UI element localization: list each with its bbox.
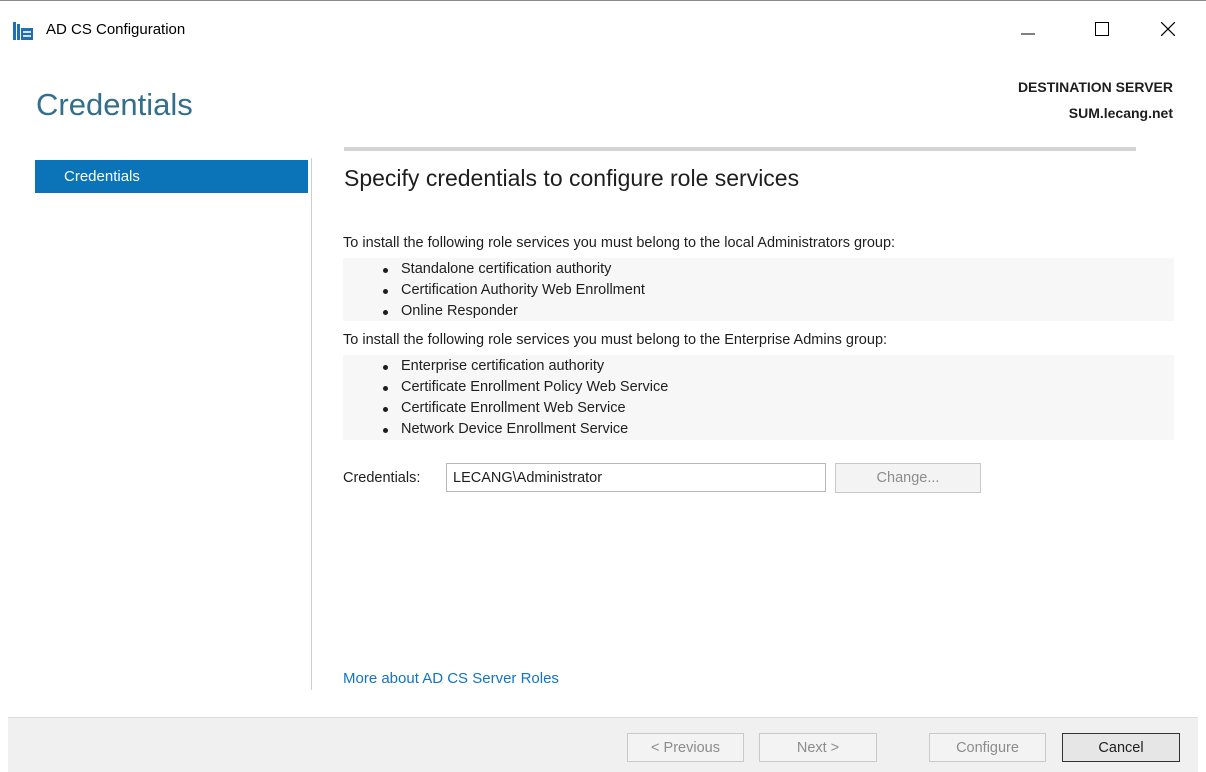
close-button[interactable] (1148, 15, 1188, 47)
list-item: Certification Authority Web Enrollment (383, 280, 1174, 301)
navigation-divider (311, 158, 312, 690)
server-manager-icon (13, 22, 33, 40)
destination-server-name: SUM.lecang.net (1068, 105, 1173, 121)
list-item: Online Responder (383, 301, 1174, 322)
header-divider (344, 147, 1136, 151)
list-item: Certificate Enrollment Web Service (383, 398, 1174, 419)
window-title: AD CS Configuration (46, 21, 186, 38)
next-button[interactable]: Next > (759, 733, 877, 762)
title-bar: AD CS Configuration (0, 1, 1206, 59)
credentials-label: Credentials: (343, 470, 421, 486)
list-item: Network Device Enrollment Service (383, 419, 1174, 440)
local-admins-intro: To install the following role services y… (343, 235, 896, 251)
destination-server-label: DESTINATION SERVER (1017, 79, 1173, 95)
minimize-icon (1021, 22, 1035, 41)
section-heading: Specify credentials to configure role se… (344, 165, 800, 191)
maximize-button[interactable] (1082, 15, 1122, 47)
nav-item-credentials[interactable]: Credentials (35, 160, 308, 193)
cancel-button[interactable]: Cancel (1062, 733, 1180, 762)
wizard-navigation: Credentials (35, 160, 308, 193)
close-icon (1160, 21, 1176, 41)
configure-button[interactable]: Configure (929, 733, 1046, 762)
enterprise-admins-role-list: Enterprise certification authority Certi… (343, 355, 1174, 440)
list-item: Standalone certification authority (383, 259, 1174, 280)
credentials-field[interactable] (446, 463, 826, 492)
list-item: Certificate Enrollment Policy Web Servic… (383, 377, 1174, 398)
enterprise-admins-intro: To install the following role services y… (343, 332, 888, 348)
change-credentials-button[interactable]: Change... (835, 463, 981, 493)
more-about-roles-link[interactable]: More about AD CS Server Roles (343, 670, 559, 687)
page-title: Credentials (36, 87, 193, 122)
previous-button[interactable]: < Previous (627, 733, 744, 762)
ad-cs-configuration-window: AD CS Configuration Credentials DESTINAT… (0, 0, 1206, 772)
list-item: Enterprise certification authority (383, 356, 1174, 377)
minimize-button[interactable] (1008, 15, 1048, 47)
local-admins-role-list: Standalone certification authority Certi… (343, 258, 1174, 321)
maximize-icon (1095, 21, 1109, 41)
